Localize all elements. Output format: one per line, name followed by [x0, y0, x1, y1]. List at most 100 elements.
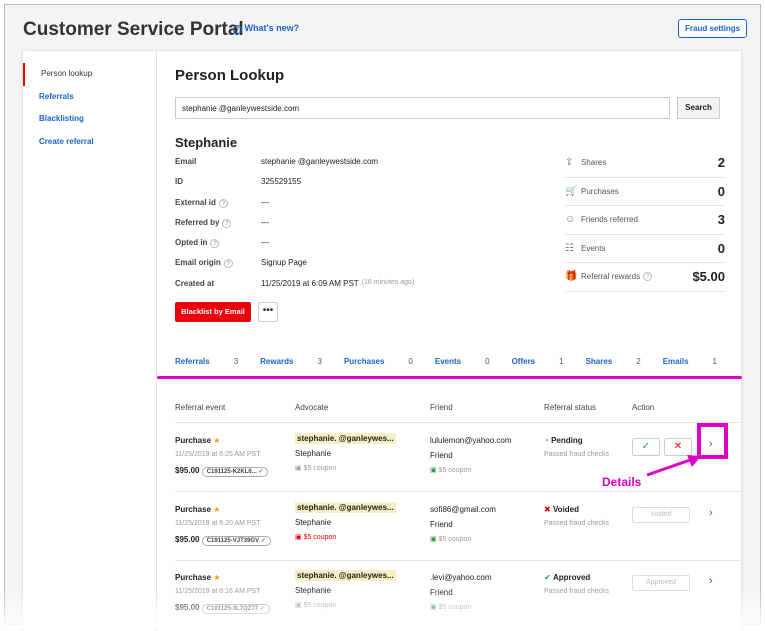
tab-count: 1 [559, 357, 564, 366]
field-label-text: Opted in [175, 238, 208, 248]
tab-purchases[interactable]: Purchases 0 [344, 357, 413, 366]
field-label-text: External id [175, 197, 216, 207]
field-label-text: Email [175, 157, 197, 166]
star-icon: ★ [213, 573, 221, 582]
tab-rewards[interactable]: Rewards 3 [260, 357, 322, 366]
field-label: Opted in? [175, 238, 261, 258]
field-label: Referred by? [175, 218, 261, 238]
clock-icon: ◔ [544, 436, 549, 445]
advocate-email[interactable]: stephanie. @ganleywes... [295, 501, 396, 513]
stat-row: ⇪ Shares 2 [565, 149, 725, 178]
whats-new-link[interactable]: ? What's new? [230, 23, 299, 34]
sidebar-item-blacklisting[interactable]: Blacklisting [23, 108, 156, 131]
more-button[interactable]: ••• [258, 302, 278, 322]
details-chevron-icon[interactable]: › [709, 507, 713, 519]
annotation-details-label: Details [602, 475, 642, 489]
friend-reward: $5 coupon [438, 467, 472, 474]
advocate-reward: $5 coupon [303, 465, 337, 472]
sidebar-item-person-lookup[interactable]: Person lookup [23, 63, 156, 86]
stat-label: Referral rewards [581, 272, 641, 282]
field-label: Email origin? [175, 258, 261, 278]
stat-value: 0 [717, 240, 725, 256]
advocate-name: Stephanie [295, 517, 332, 527]
help-icon[interactable]: ? [210, 239, 220, 249]
header-advocate: Advocate [295, 403, 329, 412]
referral-status: Voided [552, 504, 580, 514]
coupon-code: C191125-VJT39GV ✓ [201, 535, 271, 546]
check-icon: ✓ [258, 469, 264, 475]
header-referral-event: Referral event [175, 403, 226, 412]
blacklist-button[interactable]: Blacklist by Email [175, 302, 251, 322]
advocate-reward: $5 coupon [303, 533, 337, 541]
field-label-text: Referred by [175, 217, 220, 227]
person-fields: Email stephanie @ganleywestside.com ID 3255… [175, 157, 414, 299]
tab-emails[interactable]: Emails 1 [663, 357, 717, 366]
tab-label: Offers [511, 357, 536, 366]
details-chevron-icon[interactable]: › [709, 575, 713, 587]
gift-icon: ▣ [295, 533, 302, 541]
status-button-disabled: Voided [632, 506, 690, 523]
event-time: 11/25/2019 at 6:20 AM PST [175, 519, 261, 527]
help-icon[interactable]: ? [218, 198, 228, 208]
friends-icon: ☺ [565, 214, 576, 226]
stat-label: Friends referred [581, 215, 638, 225]
sidebar: Person lookup Referrals Blacklisting Cre… [23, 51, 157, 631]
tabs: Referrals 3 Rewards 3 Purchases 0 Events 0 Offer… [175, 357, 739, 366]
stats-panel: ⇪ Shares 2 🛒 Purchases 0 ☺ Friends referred 3 ☷ Ev… [565, 149, 725, 292]
field-value: — [261, 217, 269, 227]
cart-icon: 🛒 [565, 185, 578, 197]
stat-value: 2 [717, 155, 725, 171]
gift-icon: ▣ [430, 467, 437, 474]
help-icon[interactable]: ? [643, 272, 653, 282]
tab-label: Shares [585, 357, 613, 366]
tab-offers[interactable]: Offers 1 [512, 357, 564, 366]
sidebar-item-create-referral[interactable]: Create referral [23, 131, 156, 154]
field-row: Created at 11/25/2019 at 6:09 AM PST (16 … [175, 279, 414, 299]
x-circle-icon: ✖ [544, 504, 551, 514]
table-row: Purchase ★ 11/25/2019 at 6:20 AM PST $95… [175, 493, 740, 561]
field-row: Email stephanie @ganleywestside.com [175, 157, 414, 177]
event-type: Purchase [175, 573, 212, 582]
bottom-fade [0, 589, 765, 629]
friend-email[interactable]: .levi@yahoo.com [430, 573, 491, 588]
tab-events[interactable]: Events 0 [435, 357, 490, 366]
sidebar-item-referrals[interactable]: Referrals [23, 86, 156, 109]
friend-email[interactable]: lululemon@yahoo.com [430, 436, 512, 451]
tab-count: 3 [233, 357, 239, 366]
events-icon: ☷ [565, 242, 574, 254]
advocate-email[interactable]: stephanie. @ganleywes... [295, 433, 396, 444]
field-label: External id? [175, 198, 261, 218]
field-row: ID 325529155 [175, 177, 414, 197]
referral-status: Approved [552, 573, 591, 582]
gift-icon: ▣ [295, 465, 302, 472]
field-value: 325529155 [261, 177, 302, 187]
share-icon: ⇪ [565, 157, 574, 169]
tab-shares[interactable]: Shares 2 [586, 357, 641, 366]
tab-referrals[interactable]: Referrals 3 [175, 357, 238, 366]
search-input[interactable]: stephanie @ganleywestside.com [175, 97, 670, 119]
help-icon[interactable]: ? [222, 218, 232, 228]
help-icon[interactable]: ? [223, 259, 233, 269]
code-text: C191125-K2KL6... [206, 469, 257, 475]
tab-label: Referrals [175, 357, 210, 366]
gift-icon: ▣ [430, 535, 437, 543]
fraud-settings-button[interactable]: Fraud settings [678, 19, 748, 38]
annotation-arrow [646, 455, 701, 477]
header-status: Referral status [544, 403, 597, 412]
event-type: Purchase [175, 436, 212, 445]
search-button[interactable]: Search [677, 97, 720, 119]
tab-label: Purchases [343, 357, 385, 366]
advocate-email[interactable]: stephanie. @ganleywes... [295, 570, 396, 581]
page-title: Person Lookup [175, 67, 285, 84]
stat-row: 🎁 Referral rewards? $5.00 [565, 263, 725, 292]
code-text: C191125-VJT39GV [206, 537, 260, 544]
stat-label: Events [581, 243, 606, 253]
annotation-underline [157, 376, 742, 379]
friend-email[interactable]: sofi86@gmail.com [430, 505, 496, 520]
fraud-status: Passed fraud checks [544, 519, 609, 527]
stat-label: Purchases [581, 186, 619, 196]
field-label: ID [175, 177, 261, 197]
tab-count: 3 [317, 357, 322, 366]
field-value: — [261, 197, 269, 207]
friend-name: Friend [430, 451, 453, 460]
